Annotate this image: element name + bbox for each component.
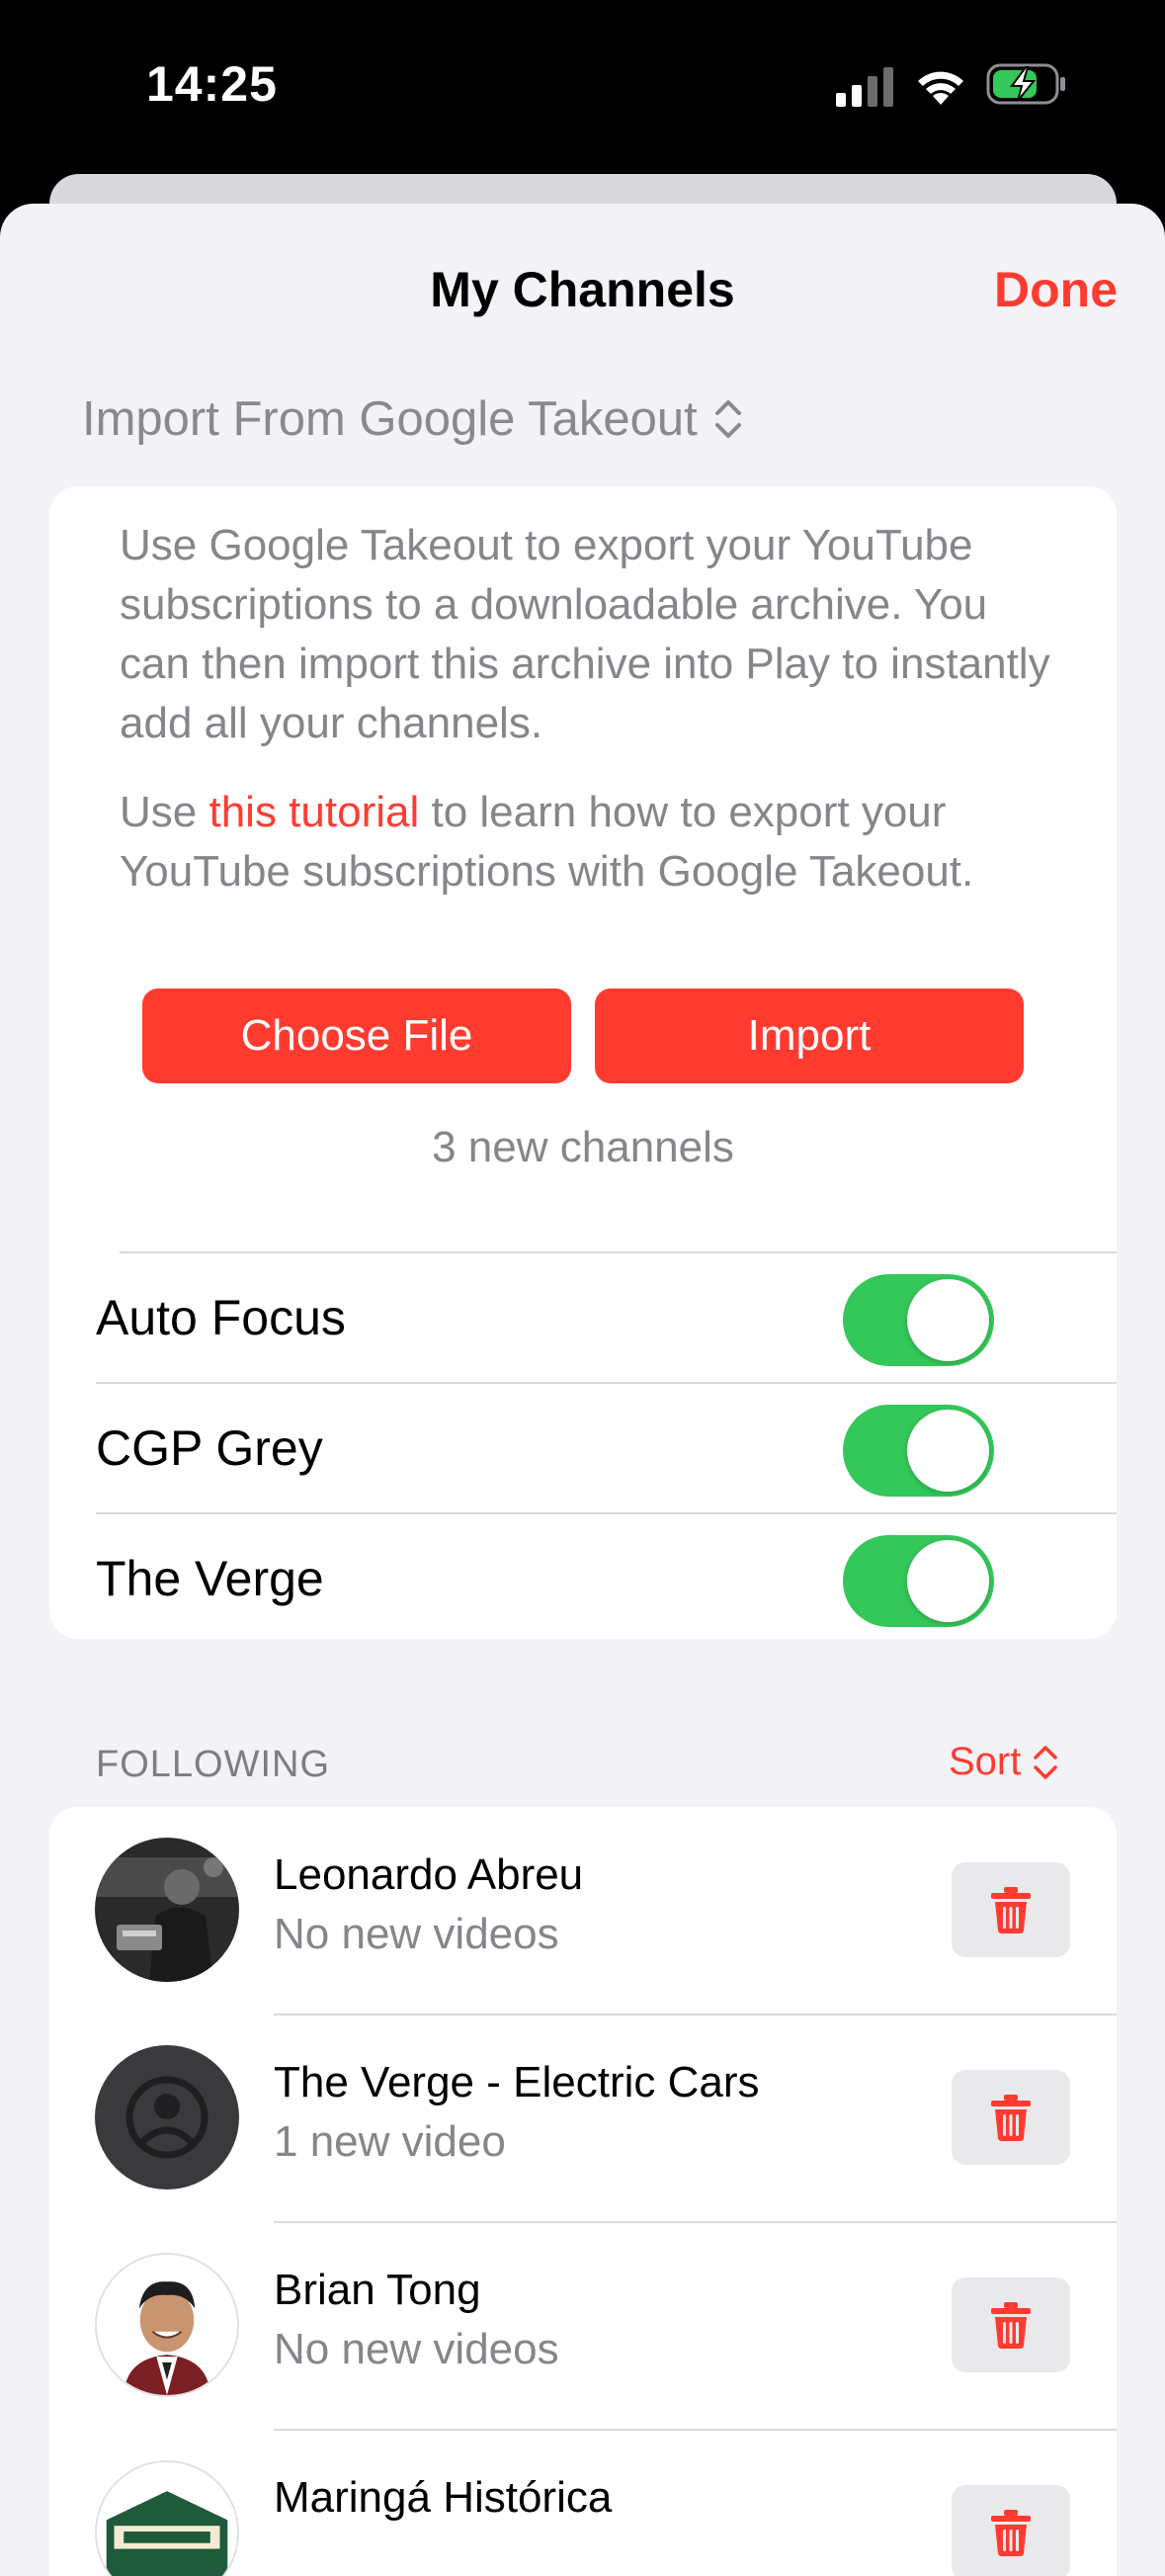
tutorial-prefix: Use [120,788,209,836]
list-item[interactable]: The Verge - Electric Cars 1 new video [49,2015,1117,2222]
tutorial-text: Use this tutorial to learn how to export… [120,783,1068,902]
chevron-up-down-icon [1034,1745,1058,1779]
import-source-label: Import From Google Takeout [82,392,698,446]
toggle-knob [907,1540,989,1622]
trash-icon [991,1887,1031,1933]
trash-icon [991,2095,1031,2141]
list-item[interactable]: Leonardo Abreu No new videos [49,1807,1117,2015]
channel-name: CGP Grey [96,1420,323,1476]
channel-status: 1 new video [274,2117,506,2166]
delete-button[interactable] [952,2070,1070,2165]
channel-toggle[interactable] [843,1535,994,1627]
import-description: Use Google Takeout to export your YouTub… [120,521,1050,747]
channel-name: The Verge [96,1551,324,1606]
toggle-knob [907,1279,989,1361]
channel-toggle-row: CGP Grey [49,1384,1117,1512]
channel-status: No new videos [274,1910,559,1958]
channel-name: Brian Tong [274,2266,481,2314]
my-channels-sheet: My Channels Done Import From Google Take… [0,204,1165,2576]
import-panel: Use Google Takeout to export your YouTub… [49,486,1117,1639]
page-title: My Channels [430,262,735,317]
channel-toggle-row: The Verge [49,1514,1117,1639]
channel-name: Maringá Histórica [274,2473,613,2522]
avatar [95,2460,239,2576]
status-time: 14:25 [146,56,278,112]
avatar [95,2045,239,2190]
channel-toggle[interactable] [843,1405,994,1497]
channel-toggle[interactable] [843,1274,994,1366]
cellular-signal-icon [836,67,893,107]
tutorial-link[interactable]: this tutorial [208,788,419,836]
import-source-picker[interactable]: Import From Google Takeout [82,391,745,447]
done-button[interactable]: Done [994,261,1118,318]
delete-button[interactable] [952,2485,1070,2576]
channel-name: Auto Focus [96,1290,346,1345]
sort-label: Sort [949,1740,1022,1783]
trash-icon [991,2510,1031,2556]
delete-button[interactable] [952,2277,1070,2372]
toggle-knob [907,1410,989,1492]
channel-toggle-row: Auto Focus [49,1253,1117,1382]
channel-status: No new videos [274,2325,559,2373]
avatar [95,1838,239,1982]
list-item[interactable]: Maringá Histórica [49,2430,1117,2576]
sort-button[interactable]: Sort [949,1740,1060,1784]
channel-name: The Verge - Electric Cars [274,2058,760,2106]
import-button[interactable]: Import [595,988,1024,1083]
trash-icon [991,2302,1031,2349]
chevron-up-down-icon [714,400,741,438]
channel-name: Leonardo Abreu [274,1850,584,1899]
wifi-icon [918,71,963,105]
following-list: Leonardo Abreu No new videos The Verge -… [49,1807,1117,2576]
avatar [95,2253,239,2397]
following-section-header: FOLLOWING [96,1744,331,1785]
delete-button[interactable] [952,1862,1070,1957]
status-bar: 14:25 [0,0,1165,173]
choose-file-button[interactable]: Choose File [142,988,571,1083]
new-channels-count: 3 new channels [432,1123,734,1171]
battery-charging-icon [986,63,1065,105]
list-item[interactable]: Brian Tong No new videos [49,2222,1117,2430]
